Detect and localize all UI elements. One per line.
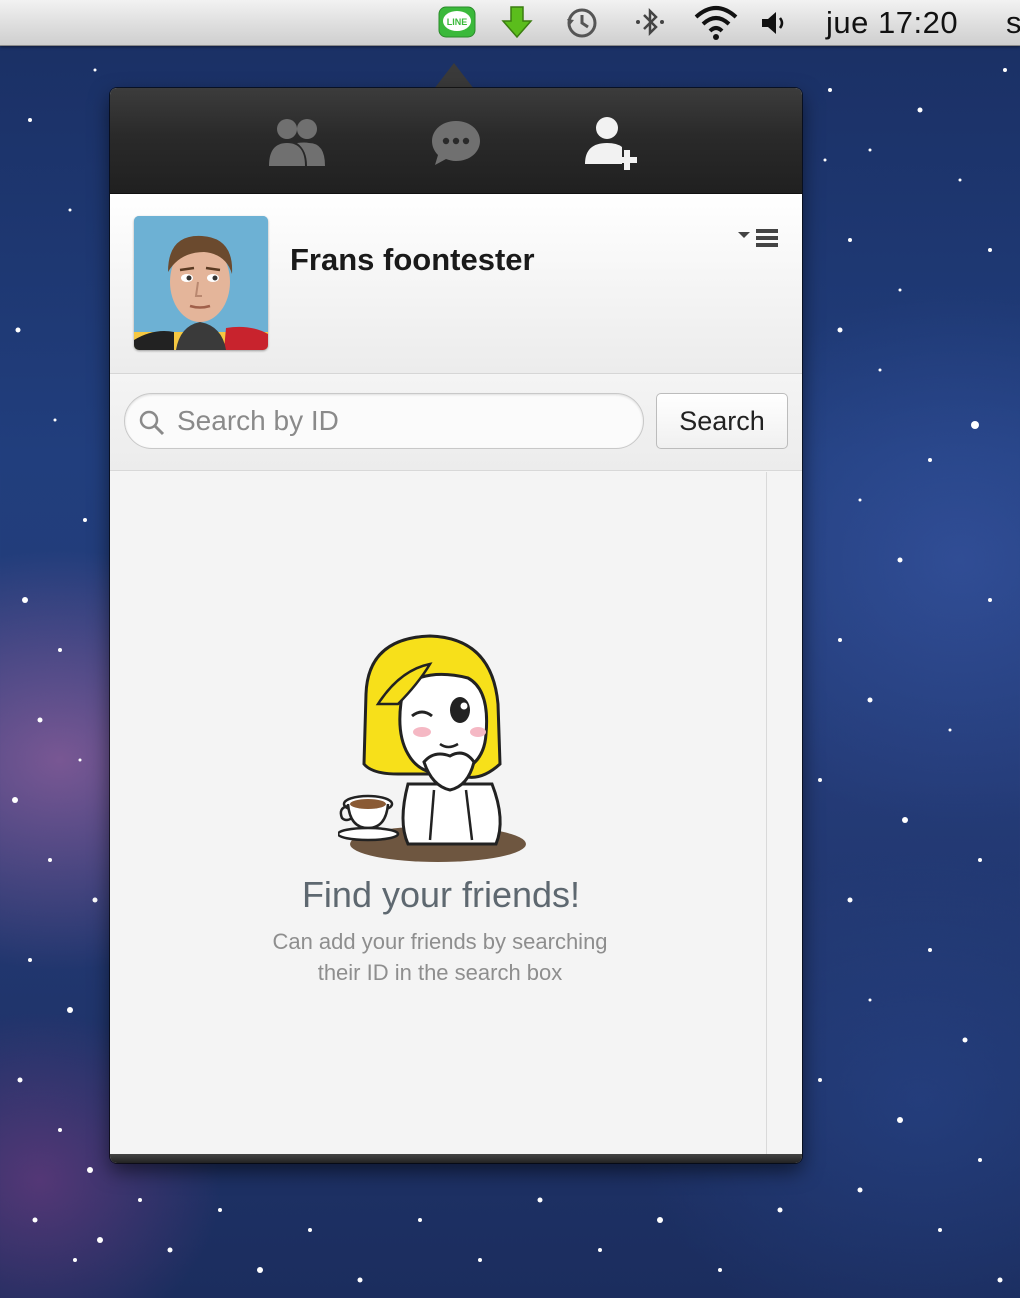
popover-bottom-edge [110,1154,802,1163]
tab-bar [110,88,802,194]
menu-dropdown-icon[interactable] [738,224,784,254]
time-machine-icon[interactable] [562,0,602,46]
download-arrow-icon[interactable] [498,0,536,46]
menu-bar: LINE jue 17:20 s [0,0,1020,46]
search-field[interactable] [124,393,644,449]
empty-state-description-line-2: their ID in the search box [317,960,563,985]
empty-state-title: Find your friends! [301,874,581,915]
profile-name: Frans foontester [290,242,535,277]
volume-icon[interactable] [758,0,790,46]
wifi-icon[interactable] [692,0,740,46]
add-friend-content: Find your friends! Can add your friends … [110,472,802,1154]
scrollbar-track[interactable] [766,472,767,1154]
cony-mascot-illustration [338,634,526,862]
chat-icon [432,121,480,165]
menu-bar-clock[interactable]: jue 17:20 [826,0,968,46]
menu-bar-user[interactable]: s [1006,0,1020,46]
friends-icon [269,119,325,166]
search-input[interactable] [177,400,627,442]
tab-chats[interactable] [416,110,496,174]
empty-state-description-line-1: Can add your friends by searching [272,929,608,954]
empty-state-description: Can add your friends by searching their … [210,926,670,988]
svg-text:LINE: LINE [447,17,468,27]
bluetooth-icon[interactable] [630,0,670,46]
add-friend-icon [585,117,637,170]
line-popover: Frans foontester Search by ID Search Fin… [110,88,802,1163]
search-button[interactable]: Search [656,393,788,449]
profile-header: Frans foontester [110,194,802,374]
line-app-icon[interactable]: LINE [436,0,478,46]
tab-add-friend[interactable] [574,110,654,174]
avatar[interactable] [134,216,268,350]
search-bar: Search [110,375,802,471]
popover-arrow [434,63,474,89]
tab-friends[interactable] [256,110,336,174]
search-icon [139,410,165,436]
